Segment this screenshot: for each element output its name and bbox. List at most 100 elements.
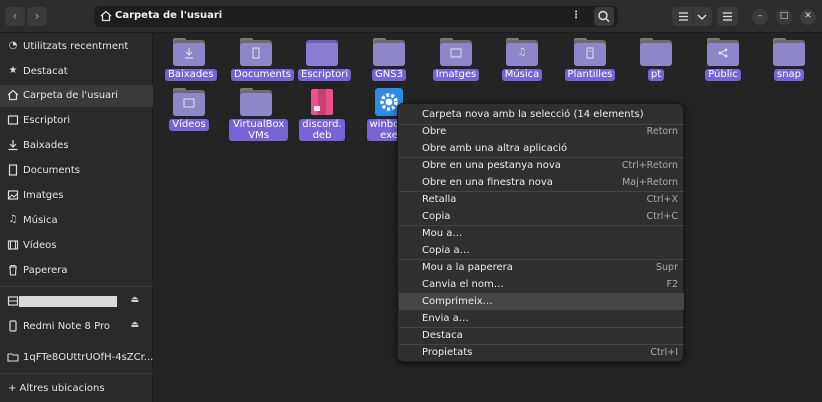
file-item[interactable]: VirtualBox VMs — [229, 88, 289, 141]
menu-item-star[interactable]: Destaca — [399, 327, 684, 344]
path-label[interactable]: Carpeta de l'usuari — [115, 10, 222, 21]
minimize-icon: – — [757, 11, 763, 21]
menu-item-shortcut: Ctrl+C — [646, 211, 679, 222]
sidebar-item-desktop[interactable]: Escriptori — [0, 110, 153, 132]
file-item[interactable]: Escriptori — [298, 38, 352, 81]
sidebar-separator — [0, 286, 153, 287]
maximize-icon: □ — [779, 11, 789, 21]
search-icon — [598, 10, 610, 23]
kebab-icon: ⋮ — [571, 10, 581, 21]
file-item[interactable]: ♫ Música — [498, 38, 546, 81]
menu-item-move-to[interactable]: Mou a… — [399, 225, 684, 242]
eject-icon[interactable]: ⏏ — [130, 320, 139, 330]
menu-item-move-to-trash[interactable]: Mou a la paperera Supr — [399, 259, 684, 276]
desktop-icon — [7, 115, 19, 125]
folder-icon — [7, 353, 19, 362]
maximize-button[interactable]: □ — [776, 9, 792, 25]
file-name: snap — [773, 69, 805, 81]
file-item[interactable]: Documents — [231, 38, 295, 81]
music-icon: ♫ — [8, 214, 18, 225]
close-button[interactable]: ✕ — [800, 9, 816, 25]
document-icon — [252, 47, 260, 59]
sidebar-item-starred[interactable]: ★ Destacat — [0, 61, 153, 83]
main-menu-button[interactable] — [717, 7, 738, 26]
file-item[interactable]: Públic — [699, 38, 747, 81]
file-name: Públic — [705, 69, 741, 81]
menu-item-label: Obre — [422, 126, 447, 137]
menu-item-open-new-tab[interactable]: Obre en una pestanya nova Ctrl+Retorn — [399, 157, 684, 174]
menu-item-label: Obre en una pestanya nova — [422, 160, 561, 171]
close-icon: ✕ — [804, 11, 812, 21]
sidebar-item-videos[interactable]: Vídeos — [0, 235, 153, 257]
sidebar-item-downloads[interactable]: Baixades — [0, 135, 153, 157]
file-item[interactable]: Baixades — [165, 38, 217, 81]
menu-item-open-with[interactable]: Obre amb una altra aplicació — [399, 140, 684, 157]
file-item[interactable]: pt — [632, 38, 680, 81]
chevron-left-icon: ‹ — [12, 9, 18, 23]
sidebar-item-label: Paperera — [23, 265, 68, 276]
file-item[interactable]: Vídeos — [165, 88, 213, 131]
menu-item-shortcut: Ctrl+X — [646, 194, 678, 205]
location-bar[interactable]: Carpeta de l'usuari ⋮ — [94, 6, 618, 27]
sidebar-item-home[interactable]: Carpeta de l'usuari — [0, 85, 153, 107]
file-item[interactable]: discord. deb — [298, 88, 346, 141]
sidebar-item-label: 1qFTe8OUttrUOfH-4sZCr... — [23, 352, 154, 363]
menu-item-shortcut: Ctrl+I — [650, 347, 678, 358]
menu-item-shortcut: Ctrl+Retorn — [621, 160, 678, 171]
sidebar-item-other-locations[interactable]: + Altres ubicacions — [0, 378, 153, 400]
sidebar-item-network-share[interactable]: 1qFTe8OUttrUOfH-4sZCr... — [0, 347, 153, 369]
menu-item-label: Mou a… — [422, 228, 463, 239]
image-icon — [450, 48, 462, 58]
sidebar-item-trash[interactable]: Paperera — [0, 260, 153, 282]
file-item[interactable]: snap — [765, 38, 813, 81]
list-view-icon — [679, 10, 707, 23]
view-options-button[interactable] — [672, 7, 712, 26]
forward-button[interactable]: › — [27, 7, 47, 26]
menu-item-compress[interactable]: Comprimeix… — [399, 293, 684, 310]
menu-item-label: Comprimeix… — [422, 296, 493, 307]
sidebar-item-phone[interactable]: Redmi Note 8 Pro ⏏ — [0, 316, 153, 338]
file-item[interactable]: Plantilles — [564, 38, 616, 81]
sidebar-item-music[interactable]: ♫ Música — [0, 210, 153, 232]
menu-item-label: Propietats — [422, 347, 473, 358]
menu-item-properties[interactable]: Propietats Ctrl+I — [399, 344, 684, 361]
more-options-button[interactable]: ⋮ — [566, 6, 586, 27]
menu-item-copy[interactable]: Copia Ctrl+C — [399, 208, 684, 225]
menu-item-label: Mou a la paperera — [422, 262, 513, 273]
file-item[interactable]: Imatges — [432, 38, 480, 81]
menu-item-new-folder-with-selection[interactable]: Carpeta nova amb la selecció (14 element… — [399, 106, 684, 123]
sidebar-item-drive[interactable]: ⏏ — [0, 291, 153, 313]
minimize-button[interactable]: – — [752, 9, 768, 25]
file-name: GNS3 — [372, 69, 406, 81]
file-item[interactable]: GNS3 — [365, 38, 413, 81]
menu-item-open[interactable]: Obre Retorn — [399, 123, 684, 140]
menu-item-label: Copia — [422, 211, 451, 222]
menu-item-send-to[interactable]: Envia a… — [399, 310, 684, 327]
menu-item-open-new-window[interactable]: Obre en una finestra nova Maj+Retorn — [399, 174, 684, 191]
template-icon — [586, 47, 594, 59]
redacted-drive-label — [19, 296, 117, 307]
menu-item-rename[interactable]: Canvia el nom… F2 — [399, 276, 684, 293]
sidebar-item-label: Vídeos — [23, 240, 57, 251]
sidebar-item-recent[interactable]: ◔ Utilitzats recentment — [0, 36, 153, 58]
download-icon — [185, 48, 193, 59]
video-icon — [7, 240, 19, 250]
image-icon — [7, 190, 19, 200]
sidebar: ◔ Utilitzats recentment ★ Destacat Carpe… — [0, 33, 153, 402]
sidebar-item-label: Escriptori — [23, 115, 71, 126]
header-bar: ‹ › Carpeta de l'usuari ⋮ – □ ✕ — [0, 0, 822, 33]
back-button[interactable]: ‹ — [5, 7, 25, 26]
file-name: Música — [501, 69, 543, 81]
home-icon — [7, 89, 19, 101]
menu-item-copy-to[interactable]: Copia a… — [399, 242, 684, 259]
eject-icon[interactable]: ⏏ — [130, 295, 139, 305]
context-menu: Carpeta nova amb la selecció (14 element… — [397, 103, 684, 362]
file-name: Escriptori — [298, 69, 352, 81]
menu-item-shortcut: F2 — [666, 279, 678, 290]
search-button[interactable] — [594, 7, 614, 26]
sidebar-item-label: Documents — [23, 165, 81, 176]
share-icon — [718, 48, 728, 58]
sidebar-item-documents[interactable]: Documents — [0, 160, 153, 182]
menu-item-cut[interactable]: Retalla Ctrl+X — [399, 191, 684, 208]
sidebar-item-pictures[interactable]: Imatges — [0, 185, 153, 207]
